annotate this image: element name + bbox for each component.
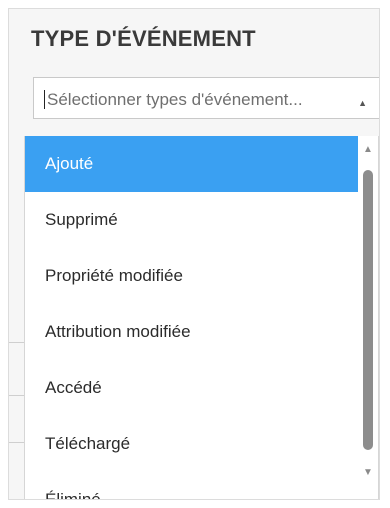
option-supprime[interactable]: Supprimé (25, 192, 359, 248)
event-type-select[interactable]: Sélectionner types d'événement... ▲ (33, 77, 379, 119)
scrollbar-thumb[interactable] (363, 170, 373, 450)
chevron-up-icon[interactable]: ▲ (358, 98, 367, 108)
text-cursor (44, 90, 45, 109)
option-ajoute[interactable]: Ajouté (25, 136, 359, 192)
triangle-up-icon[interactable]: ▲ (362, 145, 374, 155)
event-type-dropdown-list: Ajouté Supprimé Propriété modifiée Attri… (24, 136, 379, 499)
option-elimine[interactable]: Éliminé (25, 472, 359, 499)
panel-title: TYPE D'ÉVÉNEMENT (31, 26, 256, 51)
triangle-down-icon[interactable]: ▼ (362, 468, 374, 478)
event-type-search-input[interactable]: Sélectionner types d'événement... (47, 90, 377, 110)
option-telecharge[interactable]: Téléchargé (25, 416, 359, 472)
options-list: Ajouté Supprimé Propriété modifiée Attri… (25, 136, 359, 499)
option-attribution-modifiee[interactable]: Attribution modifiée (25, 304, 359, 360)
option-accede[interactable]: Accédé (25, 360, 359, 416)
dropdown-scrollbar[interactable]: ▲ ▼ (358, 136, 378, 499)
option-propriete-modifiee[interactable]: Propriété modifiée (25, 248, 359, 304)
